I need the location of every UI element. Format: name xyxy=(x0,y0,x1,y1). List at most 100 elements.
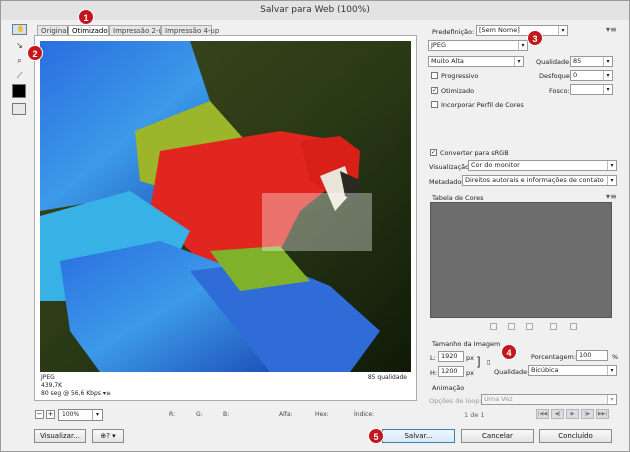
chevron-down-icon: ▾ xyxy=(518,41,527,50)
image-size-title: Tamanho da Imagem xyxy=(432,340,501,348)
resample-quality-label: Qualidade: xyxy=(494,368,530,376)
format-select[interactable]: JPEG ▾ xyxy=(428,40,528,51)
embed-profile-label: Incorporar Perfil de Cores xyxy=(441,101,524,109)
eyedropper-color-swatch[interactable] xyxy=(12,84,26,98)
first-frame-icon[interactable]: |◀◀ xyxy=(536,409,549,419)
web-shift-icon[interactable] xyxy=(508,323,515,330)
download-rate-menu-icon[interactable]: ▾≡ xyxy=(103,390,111,397)
color-table[interactable] xyxy=(430,202,612,318)
percent-label: Porcentagem: xyxy=(531,353,577,361)
preview-pane: JPEG 439,7K 80 seg @ 56,6 Kbps ▾≡ 85 qua… xyxy=(34,35,417,401)
loop-label: Opções de loop: xyxy=(429,397,482,405)
link-icon: ▯ xyxy=(487,359,491,366)
preview-button[interactable]: Visualizar... xyxy=(34,429,86,443)
matte-select[interactable]: ▾ xyxy=(570,84,613,95)
readout-index: Índice: xyxy=(354,411,375,418)
browser-preview-button[interactable]: ⊕? ▾ xyxy=(92,429,124,443)
badge-2: 2 xyxy=(27,45,43,61)
badge-1: 1 xyxy=(78,9,94,25)
animation-controls: 1 de 1 |◀◀ ◀| ▶ |▶ ▶▶| xyxy=(430,409,620,420)
slice-select-icon[interactable]: ↘ xyxy=(12,39,27,52)
chevron-down-icon: ▾ xyxy=(603,85,612,94)
width-unit: px xyxy=(466,354,474,362)
compression-select[interactable]: Muito Alta ▾ xyxy=(428,56,524,67)
chevron-down-icon: ▾ xyxy=(603,71,612,80)
readout-r: R: xyxy=(169,411,176,418)
next-frame-icon[interactable]: |▶ xyxy=(581,409,594,419)
color-table-title: Tabela de Cores xyxy=(432,194,484,202)
chevron-down-icon: ▾ xyxy=(607,395,616,404)
optimize-menu-icon[interactable]: ▾≡ xyxy=(606,25,617,34)
optimized-checkbox[interactable]: ✓ xyxy=(431,87,438,94)
done-button[interactable]: Concluído xyxy=(539,429,612,443)
readout-alpha: Alfa: xyxy=(279,411,293,418)
loop-select[interactable]: Uma Vez ▾ xyxy=(481,394,617,405)
badge-5: 5 xyxy=(368,428,384,444)
chevron-down-icon: ▾ xyxy=(607,366,616,375)
percent-input[interactable]: 100 xyxy=(576,350,608,361)
frame-counter: 1 de 1 xyxy=(464,411,485,419)
color-table-menu-icon[interactable]: ▾≡ xyxy=(606,192,617,201)
preset-select[interactable]: [Sem Nome] ▾ xyxy=(476,25,568,36)
constrain-proportions-icon[interactable]: ] xyxy=(476,353,481,371)
metadata-select[interactable]: Direitos autorais e informações de conta… xyxy=(462,175,617,186)
eyedropper-icon[interactable]: ⟋ xyxy=(12,69,27,82)
badge-4: 4 xyxy=(501,344,517,360)
embed-profile-checkbox[interactable] xyxy=(431,101,438,108)
status-bar: − + 100% ▾ R: G: B: Alfa: Hex: Índice: xyxy=(34,409,417,423)
chevron-down-icon: ▾ xyxy=(603,57,612,66)
quality-label: Qualidade: xyxy=(536,58,572,66)
map-color-icon[interactable] xyxy=(490,323,497,330)
prev-frame-icon[interactable]: ◀| xyxy=(551,409,564,419)
zoom-icon[interactable]: ⌕ xyxy=(12,54,27,67)
progressive-label: Progressivo xyxy=(441,72,479,80)
trash-icon[interactable] xyxy=(570,323,577,330)
srgb-label: Converter para sRGB xyxy=(440,149,509,157)
toggle-slices-visibility-icon[interactable] xyxy=(12,103,26,115)
zoom-in-button[interactable]: + xyxy=(46,410,55,419)
zoom-select[interactable]: 100% ▾ xyxy=(58,409,103,421)
chevron-down-icon: ▾ xyxy=(92,410,102,420)
save-button[interactable]: Salvar... xyxy=(382,429,455,443)
last-frame-icon[interactable]: ▶▶| xyxy=(596,409,609,419)
preview-label: Visualização: xyxy=(429,163,472,171)
blur-label: Desfoque: xyxy=(539,72,573,80)
animation-title: Animação xyxy=(432,384,465,392)
cancel-button[interactable]: Cancelar xyxy=(461,429,534,443)
progressive-checkbox[interactable] xyxy=(431,72,438,79)
info-quality: 85 qualidade xyxy=(367,374,407,381)
badge-3: 3 xyxy=(527,30,543,46)
resample-quality-select[interactable]: Bicúbica ▾ xyxy=(528,365,617,376)
save-for-web-dialog: Salvar para Web (100%) ✋ ↘ ⌕ ⟋ Original … xyxy=(0,0,630,452)
image-info: JPEG 439,7K 80 seg @ 56,6 Kbps ▾≡ 85 qua… xyxy=(40,373,411,399)
srgb-checkbox[interactable]: ✓ xyxy=(430,149,437,156)
new-color-icon[interactable] xyxy=(550,323,557,330)
height-input[interactable]: 1200 xyxy=(438,366,464,377)
lock-color-icon[interactable] xyxy=(526,323,533,330)
readout-hex: Hex: xyxy=(315,411,329,418)
readout-b: B: xyxy=(223,411,230,418)
width-input[interactable]: 1920 xyxy=(438,351,464,362)
color-table-buttons xyxy=(490,323,580,331)
info-format: JPEG xyxy=(41,374,55,381)
matte-label: Fosco: xyxy=(549,87,570,95)
info-time: 80 seg @ 56,6 Kbps ▾≡ xyxy=(41,390,111,397)
preview-select[interactable]: Cor do monitor ▾ xyxy=(468,160,617,171)
chevron-down-icon: ▾ xyxy=(607,161,616,170)
width-label: L: xyxy=(430,354,436,362)
zoom-out-button[interactable]: − xyxy=(35,410,44,419)
optimized-image-preview[interactable] xyxy=(40,41,411,372)
chevron-down-icon: ▾ xyxy=(514,57,523,66)
chevron-down-icon: ▾ xyxy=(558,26,567,35)
hand-icon[interactable]: ✋ xyxy=(12,24,27,35)
percent-unit: % xyxy=(612,353,619,361)
height-unit: px xyxy=(466,369,474,377)
chevron-down-icon: ▾ xyxy=(607,176,616,185)
quality-input[interactable]: 85 ▾ xyxy=(570,56,613,67)
blur-input[interactable]: 0 ▾ xyxy=(570,70,613,81)
height-label: H: xyxy=(430,369,438,377)
info-size: 439,7K xyxy=(41,382,63,389)
play-icon[interactable]: ▶ xyxy=(566,409,579,419)
window-title: Salvar para Web (100%) xyxy=(1,1,629,20)
readout-g: G: xyxy=(196,411,203,418)
